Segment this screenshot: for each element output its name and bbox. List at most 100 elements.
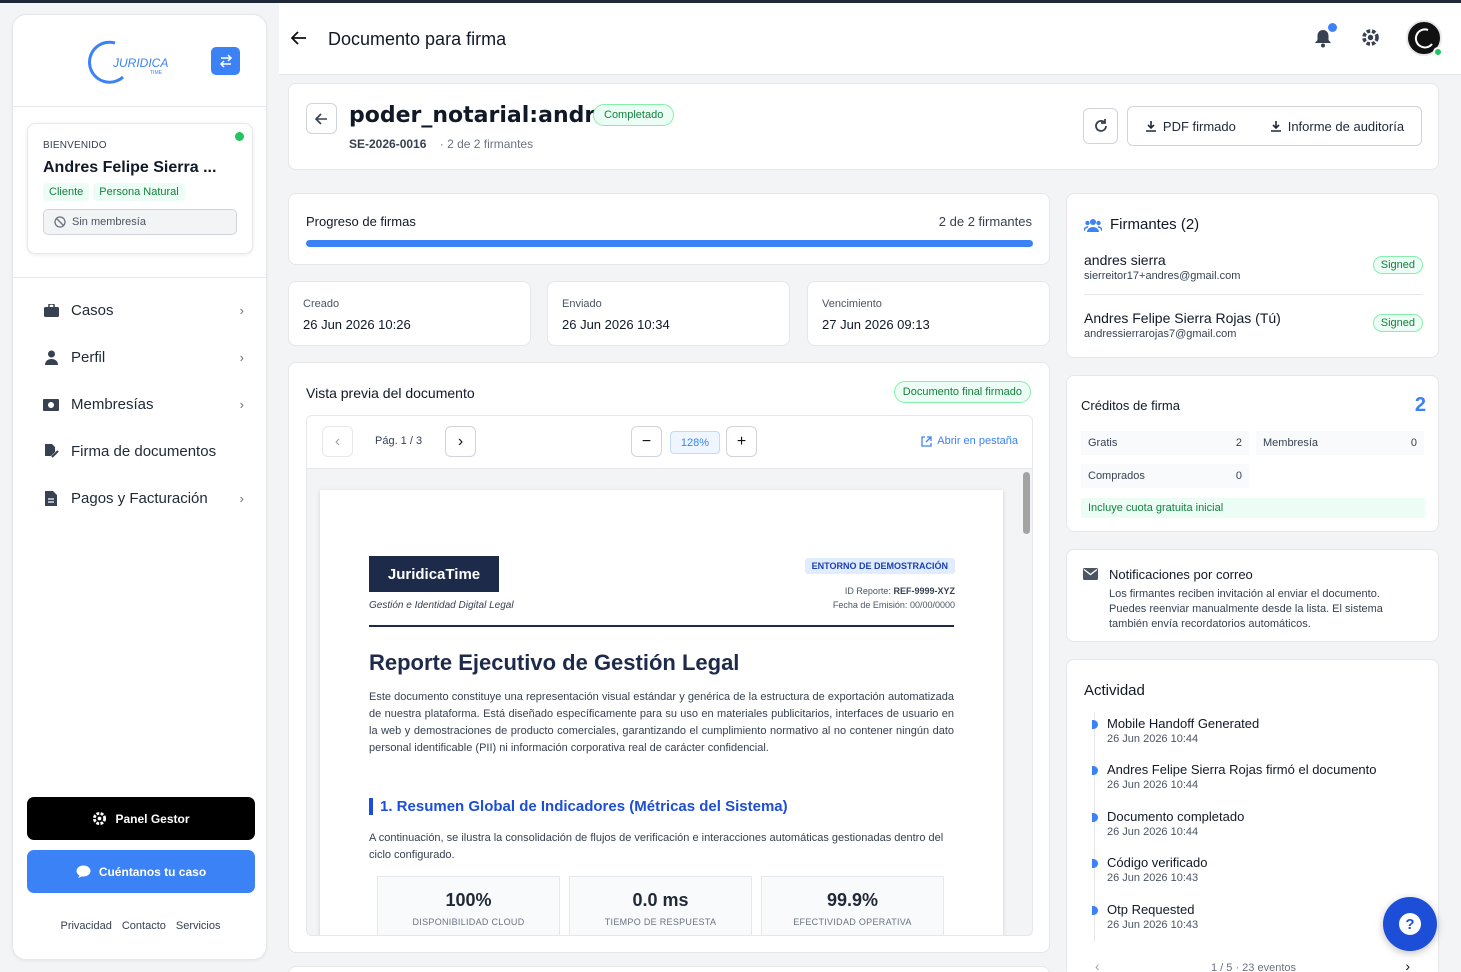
swap-button[interactable] [211, 47, 240, 75]
open-in-tab-link[interactable]: Abrir en pestaña [921, 435, 1018, 447]
tell-case-button[interactable]: Cuéntanos tu caso [27, 850, 255, 893]
chevron-right-icon: › [239, 350, 244, 365]
document-header-card: poder_notarial:andres Completado SE-2026… [288, 83, 1439, 170]
viewer-toolbar: ‹ Pág. 1 / 3 › − 128% + Abrir en pestaña [307, 416, 1032, 469]
signers-summary: · 2 de 2 firmantes [439, 137, 534, 151]
audit-report-button[interactable]: Informe de auditoría [1270, 119, 1404, 134]
settings-gear-icon[interactable] [1361, 28, 1380, 47]
plus-icon: + [736, 432, 747, 450]
pdf-page: JuridicaTime Gestión e Identidad Digital… [320, 490, 1003, 935]
credits-title: Créditos de firma [1081, 398, 1180, 413]
activity-item: Documento completado 26 Jun 2026 10:44 [1092, 809, 1245, 838]
sidebar-item-casos[interactable]: Casos › [13, 287, 268, 334]
signer-row[interactable]: andres sierra sierreitor17+andres@gmail.… [1084, 252, 1423, 282]
sidebar-item-label: Casos [71, 302, 114, 319]
bell-icon[interactable] [1314, 29, 1332, 48]
sidebar-divider [13, 277, 268, 278]
pdf-report-body: Este documento constituye una representa… [369, 691, 954, 754]
briefcase-icon [43, 303, 59, 319]
signature-icon [43, 444, 59, 460]
sidebar-item-pagos[interactable]: Pagos y Facturación › [13, 475, 268, 522]
chevron-left-icon: ‹ [334, 432, 341, 450]
pdf-env-badge: ENTORNO DE DEMOSTRACIÓN [804, 558, 955, 574]
sidebar-item-label: Membresías [71, 396, 154, 413]
signers-title: Firmantes (2) [1084, 216, 1199, 233]
back-arrow-icon[interactable] [290, 29, 307, 50]
chevron-right-icon: › [239, 303, 244, 318]
pdf-brand-logo: JuridicaTime [369, 556, 499, 592]
juridica-time-logo[interactable]: JURIDICA TIME [85, 37, 175, 87]
activity-item: Mobile Handoff Generated 26 Jun 2026 10:… [1092, 716, 1260, 745]
credit-label: Membresía [1263, 437, 1319, 449]
issue-date-value: 00/00/0000 [909, 600, 955, 610]
sidebar-item-membresias[interactable]: Membresías › [13, 381, 268, 428]
back-arrow-icon [315, 112, 327, 125]
pdf-divider [369, 625, 954, 627]
credit-label: Comprados [1088, 470, 1145, 482]
prev-page-button[interactable]: ‹ [322, 426, 353, 457]
activity-item: Otp Requested 26 Jun 2026 10:43 [1092, 902, 1199, 931]
timeline-dot [1092, 766, 1098, 775]
membership-status[interactable]: Sin membresía [43, 209, 237, 235]
metric-value: 100% [445, 890, 492, 910]
signers-card: Firmantes (2) andres sierra sierreitor17… [1066, 193, 1439, 358]
signature-progress-card: Progreso de firmas 2 de 2 firmantes [288, 193, 1050, 265]
link-contacto[interactable]: Contacto [122, 920, 166, 932]
user-tags: Cliente Persona Natural [43, 183, 237, 201]
credits-total: 2 [1414, 394, 1426, 416]
pdf-report-title: Reporte Ejecutivo de Gestión Legal [369, 650, 740, 675]
external-link-icon [921, 435, 932, 447]
membership-label: Sin membresía [72, 216, 146, 228]
signature-credits-card: Créditos de firma 2 Gratis 2 Membresía 0… [1066, 375, 1439, 532]
activity-text: Mobile Handoff Generated [1107, 716, 1260, 731]
page-indicator: Pág. 1 / 3 [375, 435, 423, 447]
next-page-button[interactable]: › [445, 426, 476, 457]
download-icon [1145, 121, 1156, 132]
credits-note: Incluye cuota gratuita inicial [1081, 498, 1425, 518]
document-back-button[interactable] [306, 103, 337, 134]
credit-value: 0 [1410, 437, 1417, 449]
document-meta: SE-2026-0016 · 2 de 2 firmantes [349, 137, 533, 151]
date-value: 27 Jun 2026 09:13 [822, 317, 930, 332]
link-privacidad[interactable]: Privacidad [60, 920, 111, 932]
envelope-icon [1083, 568, 1098, 580]
zoom-out-button[interactable]: − [631, 426, 662, 457]
sidebar-item-label: Firma de documentos [71, 443, 217, 460]
timeline-dot [1092, 906, 1098, 915]
open-in-tab-label: Abrir en pestaña [937, 435, 1018, 447]
date-card-created: Creado 26 Jun 2026 10:26 [288, 281, 531, 346]
document-code: SE-2026-0016 [349, 137, 427, 151]
help-icon: ? [1399, 913, 1421, 935]
activity-date: 26 Jun 2026 10:44 [1107, 826, 1199, 838]
activity-next-icon[interactable]: › [1405, 958, 1410, 972]
refresh-button[interactable] [1083, 108, 1118, 144]
welcome-label: BIENVENIDO [43, 140, 107, 151]
activity-date: 26 Jun 2026 10:43 [1107, 919, 1199, 931]
pdf-metric-card: 99.9% EFECTIVIDAD OPERATIVA [761, 876, 944, 935]
timeline-dot [1092, 720, 1098, 729]
zoom-in-button[interactable]: + [726, 426, 757, 457]
zoom-level[interactable]: 128% [670, 431, 720, 454]
signer-divider [1084, 294, 1423, 295]
panel-gestor-button[interactable]: Panel Gestor [27, 797, 255, 840]
link-servicios[interactable]: Servicios [176, 920, 221, 932]
preview-title: Vista previa del documento [306, 385, 475, 401]
pdf-brand-subtitle: Gestión e Identidad Digital Legal [369, 600, 514, 611]
invoice-icon [43, 491, 59, 507]
pdf-signed-button[interactable]: PDF firmado [1145, 119, 1236, 134]
viewer-scrollbar[interactable] [1023, 472, 1030, 534]
sidebar-item-perfil[interactable]: Perfil › [13, 334, 268, 381]
signer-row[interactable]: Andres Felipe Sierra Rojas (Tú) andressi… [1084, 310, 1423, 340]
metric-label: EFECTIVIDAD OPERATIVA [793, 917, 912, 927]
sidebar-item-firma[interactable]: Firma de documentos [13, 428, 268, 475]
help-button[interactable]: ? [1383, 897, 1437, 951]
progress-bar [306, 240, 1033, 247]
activity-text: Documento completado [1107, 809, 1245, 824]
swap-icon [219, 54, 232, 68]
chevron-right-icon: › [239, 397, 244, 412]
pdf-viewer[interactable]: ‹ Pág. 1 / 3 › − 128% + Abrir en pestaña… [306, 415, 1033, 936]
sidebar-item-label: Perfil [71, 349, 106, 366]
money-icon [43, 397, 59, 413]
sidebar-nav: Casos › Perfil › Membresías › Firma de d… [13, 287, 268, 522]
user-name: Andres Felipe Sierra ... [43, 159, 217, 176]
